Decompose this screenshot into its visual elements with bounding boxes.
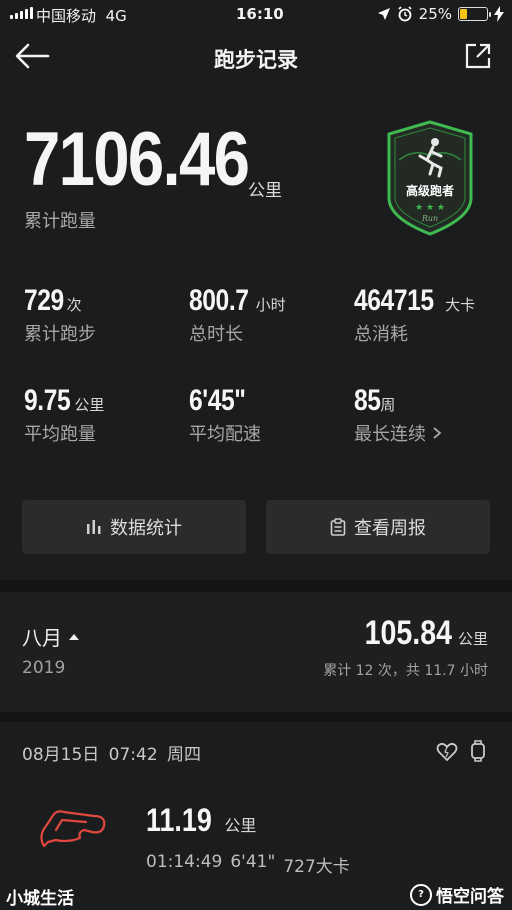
stat-avg-pace: 6'45" 平均配速 xyxy=(189,384,261,446)
stat-label: 平均跑量 xyxy=(24,424,96,445)
alarm-icon xyxy=(398,6,412,22)
stat-unit: 公里 xyxy=(74,396,105,414)
badge-title: 高级跑者 xyxy=(406,183,454,198)
month-selector[interactable]: 八月 xyxy=(22,622,80,651)
data-stats-button[interactable]: 数据统计 xyxy=(22,500,246,554)
page-title: 跑步记录 xyxy=(214,48,298,72)
battery-percent: 25% xyxy=(418,5,452,23)
stat-value: 800.7 xyxy=(189,284,249,317)
stat-total-runs: 729 次 累计跑步 xyxy=(24,284,96,346)
runner-badge[interactable]: 高级跑者 ★ ★ ★ Run xyxy=(385,120,475,236)
heart-icon[interactable] xyxy=(436,742,458,762)
stat-label: 总时长 xyxy=(189,324,243,345)
carrier-label: 中国移动 4G xyxy=(36,7,127,25)
share-icon[interactable] xyxy=(464,42,492,70)
stat-value: 6'45" xyxy=(189,384,246,417)
action-buttons: 数据统计 查看周报 xyxy=(22,500,490,554)
stat-longest-streak[interactable]: 85周 最长连续 xyxy=(354,384,442,446)
month-distance-value: 105.84 xyxy=(364,614,452,652)
run-calories: 727大卡 xyxy=(283,857,350,877)
stat-unit: 大卡 xyxy=(445,296,476,314)
route-map-icon xyxy=(40,810,106,848)
clock: 16:10 xyxy=(236,5,284,23)
signal-icon xyxy=(10,7,33,19)
wukong-logo-icon: ? xyxy=(410,883,432,906)
stat-avg-distance: 9.75 公里 平均跑量 xyxy=(24,384,104,446)
stat-unit: 小时 xyxy=(255,296,286,314)
month-distance-unit: 公里 xyxy=(457,630,488,648)
stat-total-time: 800.7 小时 总时长 xyxy=(189,284,286,346)
section-divider xyxy=(0,712,512,722)
run-pace: 6'41" xyxy=(230,852,276,872)
stat-value: 729 xyxy=(24,284,64,317)
badge-stars: ★ ★ ★ xyxy=(415,203,445,213)
month-year: 2019 xyxy=(22,658,66,678)
watermark-left: 小城生活 xyxy=(6,889,74,909)
total-distance: 7106.46 公里 累计跑量 xyxy=(24,116,285,233)
weekly-report-label: 查看周报 xyxy=(354,518,426,539)
stat-label: 最长连续 xyxy=(354,424,426,445)
battery-icon xyxy=(458,7,491,21)
run-meta: 01:14:49 6'41" 727大卡 xyxy=(146,852,350,877)
caret-up-icon xyxy=(69,633,79,640)
nav-bar: 跑步记录 xyxy=(0,28,512,84)
watermark-right: ? 悟空问答 xyxy=(410,882,504,907)
stat-label: 总消耗 xyxy=(354,324,408,345)
run-distance: 11.19 公里 xyxy=(146,802,256,839)
total-distance-value: 7106.46 xyxy=(24,117,250,202)
run-distance-value: 11.19 xyxy=(146,802,212,838)
run-distance-unit: 公里 xyxy=(224,816,257,835)
month-summary-text: 累计 12 次，共 11.7 小时 xyxy=(323,663,488,679)
location-icon xyxy=(377,8,390,20)
watermark-right-label: 悟空问答 xyxy=(436,887,504,907)
weekly-report-button[interactable]: 查看周报 xyxy=(266,500,490,554)
run-date: 08月15日 07:42 周四 xyxy=(22,745,202,765)
stat-total-calories: 464715 大卡 总消耗 xyxy=(354,284,475,346)
total-distance-unit: 公里 xyxy=(248,181,282,201)
data-stats-label: 数据统计 xyxy=(110,518,182,539)
run-duration: 01:14:49 xyxy=(146,852,223,872)
badge-sub: Run xyxy=(421,214,438,223)
total-distance-label: 累计跑量 xyxy=(24,211,96,232)
month-summary[interactable]: 八月 2019 105.84 公里 累计 12 次，共 11.7 小时 xyxy=(0,592,512,712)
chevron-right-icon xyxy=(433,427,442,439)
stat-unit: 周 xyxy=(380,396,396,414)
stat-label: 累计跑步 xyxy=(24,324,96,345)
watch-icon xyxy=(471,740,485,762)
stat-label-row: 最长连续 xyxy=(354,420,442,446)
badge-shield-icon: 高级跑者 ★ ★ ★ Run xyxy=(387,120,473,236)
stat-label: 平均配速 xyxy=(189,424,261,445)
stat-value: 85 xyxy=(354,384,381,417)
stat-value: 9.75 xyxy=(24,384,71,417)
bar-chart-icon xyxy=(87,520,101,534)
status-bar: 中国移动 4G 16:10 25% xyxy=(0,0,512,28)
charging-icon xyxy=(494,6,504,22)
month-name: 八月 xyxy=(22,626,62,650)
section-divider xyxy=(0,580,512,592)
stat-unit: 次 xyxy=(66,296,82,314)
status-right: 25% xyxy=(377,5,504,23)
month-distance: 105.84 公里 xyxy=(348,614,488,653)
stat-value: 464715 xyxy=(354,284,434,317)
report-icon xyxy=(330,518,346,536)
